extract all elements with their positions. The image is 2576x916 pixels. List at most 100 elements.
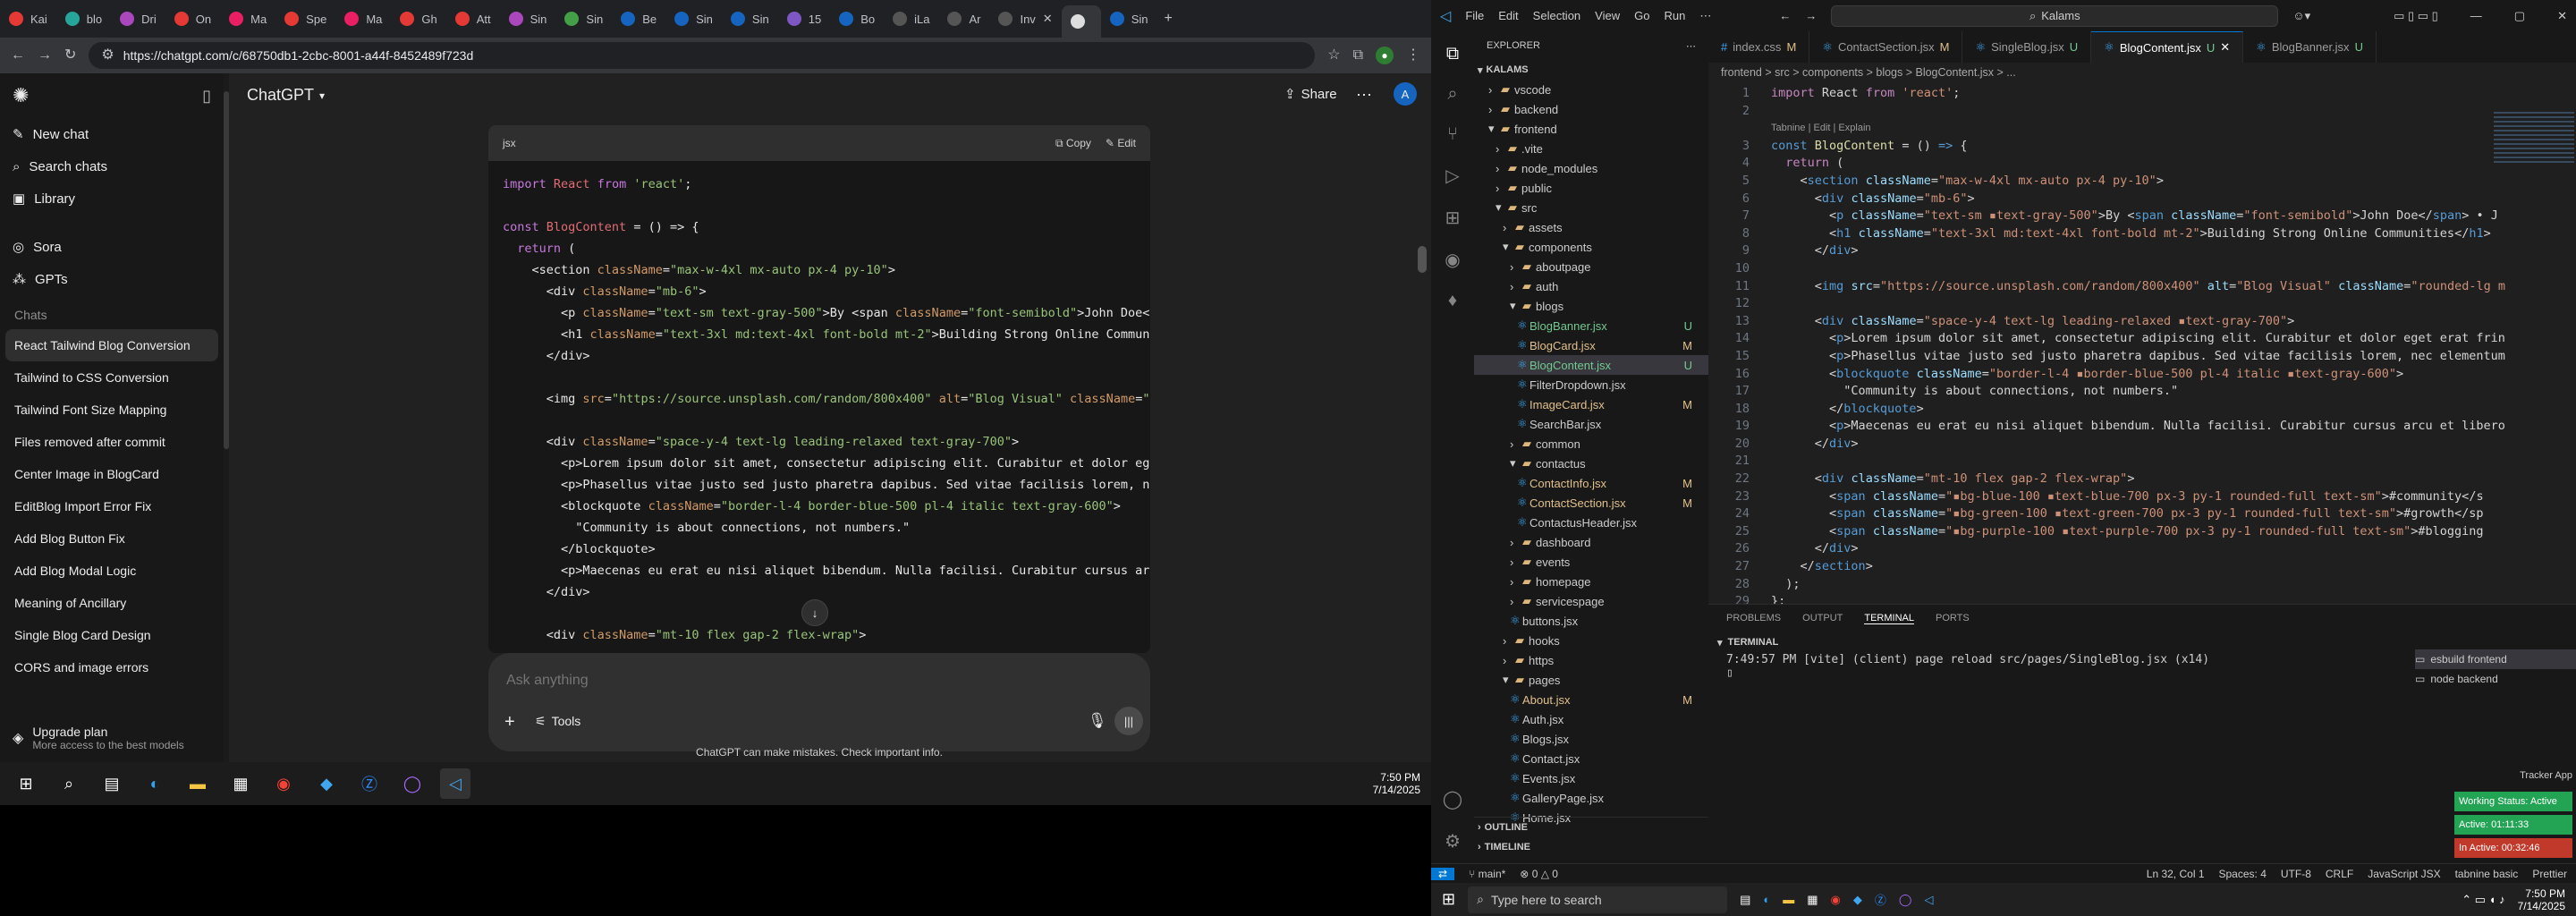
chat-history-item[interactable]: Tailwind to CSS Conversion (0, 361, 224, 394)
scroll-down-button[interactable]: ↓ (801, 599, 828, 626)
tree-item[interactable]: › ▰ node_modules (1474, 158, 1708, 178)
file-explorer-icon[interactable]: ▬ (1783, 893, 1794, 906)
model-selector[interactable]: ChatGPT ▾ (247, 86, 325, 105)
edge-icon[interactable]: ◐ (140, 768, 170, 799)
browser-tab[interactable]: Gh (391, 4, 445, 33)
browser-tab[interactable]: Kai (0, 4, 56, 33)
tree-item[interactable]: › ▰ vscode (1474, 80, 1708, 99)
tree-item[interactable]: ⚛ ContactusHeader.jsx (1474, 513, 1708, 532)
tree-item[interactable]: › ▰ servicespage (1474, 591, 1708, 611)
layout-icon[interactable]: ▭ ▯ ▭ ▯ (2394, 9, 2438, 23)
extensions-icon[interactable]: ⧉ (1353, 48, 1363, 63)
main-scrollbar[interactable] (1418, 81, 1427, 760)
tree-item[interactable]: › ▰ backend (1474, 99, 1708, 119)
browser-tab[interactable]: Inv ✕ (989, 4, 1061, 33)
breadcrumb[interactable]: frontend > src > components > blogs > Bl… (1708, 63, 2576, 82)
maximize-icon[interactable]: ▢ (2514, 9, 2525, 23)
tree-item[interactable]: ⚛ ImageCard.jsx M (1474, 394, 1708, 414)
browser-tab[interactable]: Spe (275, 4, 335, 33)
run-debug-icon[interactable]: ▷ (1445, 165, 1459, 187)
tree-item[interactable]: › ▰ events (1474, 552, 1708, 572)
encoding[interactable]: UTF-8 (2281, 868, 2311, 880)
new-chat-button[interactable]: ✎ New chat (0, 118, 224, 150)
windows-start-icon[interactable]: ⊞ (1442, 890, 1455, 909)
right-clock[interactable]: 7:50 PM 7/14/2025 (2518, 887, 2565, 912)
tree-item[interactable]: ▾ ▰ src (1474, 198, 1708, 217)
github-icon[interactable]: ◯ (1899, 893, 1912, 907)
tree-item[interactable]: ⚛ Auth.jsx (1474, 709, 1708, 729)
menu-item[interactable]: Selection (1533, 9, 1580, 23)
new-tab-icon[interactable]: + (1165, 12, 1173, 26)
settings-gear-icon[interactable]: ⚙ (1445, 830, 1461, 852)
tree-item[interactable]: ⚛ Contact.jsx (1474, 749, 1708, 768)
upgrade-plan-button[interactable]: ◈ Upgrade plan More access to the best mo… (0, 716, 224, 760)
tree-item[interactable]: › ▰ auth (1474, 276, 1708, 296)
browser-tab[interactable]: Bo (830, 4, 884, 33)
browser-tab[interactable]: Be (612, 4, 665, 33)
avatar[interactable]: A (1394, 82, 1417, 106)
browser-tab[interactable]: Sin (722, 4, 778, 33)
search-chats-button[interactable]: ⌕ Search chats (0, 150, 224, 182)
forward-icon[interactable]: → (38, 48, 52, 63)
openai-logo-icon[interactable]: ✺ (13, 84, 29, 107)
menu-item[interactable]: Run (1664, 9, 1685, 23)
taskbar-search[interactable]: ⌕ Type here to search (1468, 886, 1728, 913)
tree-item[interactable]: ▾ ▰ blogs (1474, 296, 1708, 316)
tree-item[interactable]: ⚛ BlogBanner.jsx U (1474, 316, 1708, 335)
remote-icon[interactable]: ⇄ (1431, 867, 1455, 880)
close-icon[interactable]: ✕ (2557, 9, 2567, 23)
browser-tab[interactable]: Sin (1101, 4, 1157, 33)
task-view-icon[interactable]: ▤ (1740, 893, 1750, 907)
vscode-icon[interactable]: ◁ (1924, 893, 1933, 907)
browser-tab[interactable]: Sin (665, 4, 722, 33)
tree-item[interactable]: ⚛ Events.jsx (1474, 768, 1708, 788)
workspace-root[interactable]: ▾ KALAMS (1474, 60, 1708, 80)
profile-icon[interactable]: ● (1376, 47, 1394, 64)
codelens[interactable]: Tabnine | Edit | Explain (1708, 120, 2576, 138)
bookmark-star-icon[interactable]: ☆ (1327, 48, 1340, 63)
windows-start-icon[interactable]: ⊞ (11, 768, 41, 799)
menu-item[interactable]: Edit (1498, 9, 1518, 23)
minimize-icon[interactable]: — (2470, 9, 2482, 22)
explorer-more-icon[interactable]: ⋯ (1686, 40, 1696, 52)
browser-tab[interactable]: Ma (335, 4, 391, 33)
tree-item[interactable]: ⚛ SearchBar.jsx (1474, 414, 1708, 434)
browser-tab[interactable]: iLa (884, 4, 938, 33)
vscode-icon[interactable]: ◁ (440, 768, 470, 799)
tools-button[interactable]: ⚟ Tools (535, 714, 580, 729)
tree-item[interactable]: ⚛ FilterDropdown.jsx (1474, 375, 1708, 394)
tree-item[interactable]: › ▰ aboutpage (1474, 257, 1708, 276)
tree-item[interactable]: ⚛ BlogContent.jsx U (1474, 355, 1708, 375)
menu-overflow-icon[interactable]: ⋯ (1699, 9, 1711, 23)
chat-history-item[interactable]: Add Blog Modal Logic (0, 555, 224, 587)
browser-tab[interactable]: Dri (111, 4, 165, 33)
edge-icon[interactable]: ◐ (1763, 893, 1770, 906)
timeline-section[interactable]: › TIMELINE (1474, 837, 1708, 857)
browser-tab[interactable] (1061, 5, 1101, 38)
terminal-instance[interactable]: ▭ esbuild frontend (2415, 649, 2576, 669)
browser-tab[interactable]: On (165, 4, 220, 33)
github-copilot-icon[interactable]: ◉ (1445, 249, 1460, 271)
panel-tab[interactable]: PORTS (1936, 613, 1970, 623)
voice-mode-button[interactable]: ||| (1114, 707, 1143, 735)
store-icon[interactable]: ▦ (225, 768, 256, 799)
system-tray-icon[interactable]: ⌃ ▭ ◖ ♪ (2462, 893, 2504, 907)
library-button[interactable]: ▣ Library (0, 182, 224, 215)
browser-tab[interactable]: Ma (220, 4, 275, 33)
tree-item[interactable]: ⚛ ContactInfo.jsx M (1474, 473, 1708, 493)
task-view-icon[interactable]: ▤ (97, 768, 127, 799)
chat-history-item[interactable]: Tailwind Font Size Mapping (0, 394, 224, 426)
url-field[interactable]: ⚙ https://chatgpt.com/c/68750db1-2cbc-80… (89, 42, 1316, 69)
tree-item[interactable]: › ▰ https (1474, 650, 1708, 670)
panel-tab[interactable]: TERMINAL (1864, 613, 1914, 624)
branch-indicator[interactable]: ⑂ main* (1469, 868, 1505, 880)
editor-tab[interactable]: ⚛ ContactSection.jsx M (1809, 31, 1963, 63)
tree-item[interactable]: ⚛ About.jsx M (1474, 690, 1708, 709)
explorer-icon[interactable]: ⧉ (1446, 44, 1459, 64)
command-center[interactable]: ⌕ Kalams (1831, 4, 2279, 27)
chat-history-item[interactable]: Add Blog Button Fix (0, 522, 224, 555)
prettier-status[interactable]: Prettier (2532, 868, 2567, 880)
close-tab-icon[interactable]: ✕ (1043, 12, 1053, 26)
browser-menu-icon[interactable]: ⋮ (1406, 48, 1420, 63)
site-info-icon[interactable]: ⚙ (101, 48, 114, 63)
